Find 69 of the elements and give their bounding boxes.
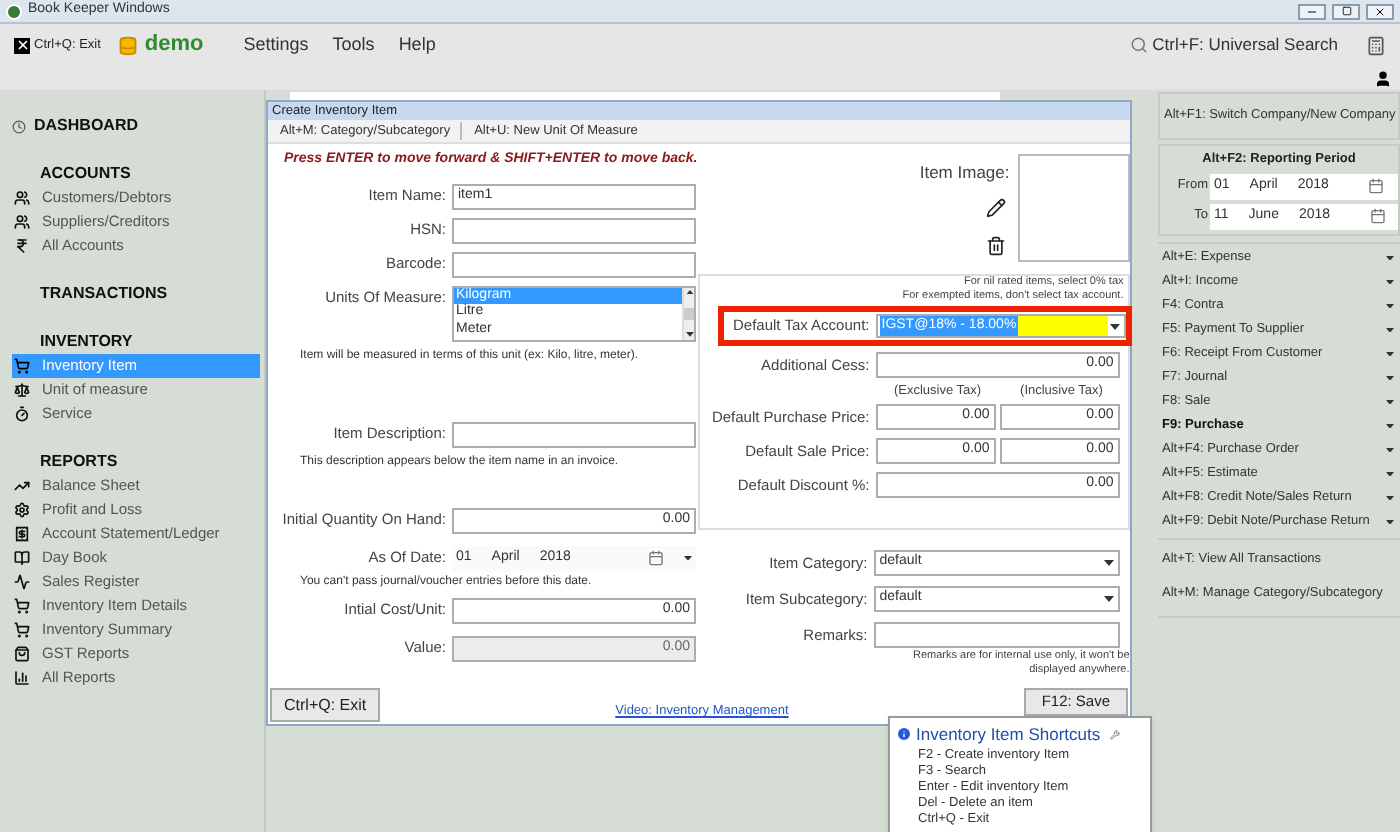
maximize-icon: [1341, 6, 1351, 16]
caret-icon: [1386, 495, 1394, 500]
cart-icon: [14, 622, 30, 638]
cart-icon: [14, 358, 30, 374]
caret-icon: [1386, 447, 1394, 452]
minimize-button[interactable]: [1298, 3, 1326, 19]
remarks-field[interactable]: [873, 622, 1120, 648]
caret-icon: [1386, 519, 1394, 524]
field-label: Item Image:: [919, 160, 1010, 186]
caret-icon: [1103, 596, 1114, 602]
menu-item[interactable]: Tools: [332, 31, 375, 59]
scroll-up-icon: [685, 289, 693, 294]
scrollbar[interactable]: [682, 287, 694, 339]
search-icon: [1130, 36, 1149, 54]
input-field[interactable]: [452, 217, 696, 243]
app-logo-icon: [6, 3, 22, 19]
caret-icon: [1386, 279, 1394, 284]
chart-icon: [14, 478, 30, 494]
section-heading: TRANSACTIONS: [38, 282, 170, 306]
caret-icon: [1386, 375, 1394, 380]
universal-search[interactable]: Ctrl+F: Universal Search: [1130, 32, 1338, 58]
zigzag-icon: [14, 574, 30, 590]
caret-icon: [1109, 323, 1120, 329]
scroll-down-icon: [685, 332, 693, 337]
exit-button[interactable]: Ctrl+Q: Exit: [270, 688, 381, 722]
section-heading: INVENTORY: [38, 330, 135, 354]
rupee-icon: [14, 238, 30, 254]
bar-chart-icon: [14, 670, 30, 686]
dashboard-link[interactable]: DASHBOARD: [34, 114, 138, 138]
caret-icon: [1386, 471, 1394, 476]
caret-icon: [1386, 303, 1394, 308]
caret-icon: [1386, 423, 1394, 428]
clock-icon: [12, 119, 26, 133]
calculator-icon[interactable]: [1366, 35, 1386, 55]
calendar-icon: [1370, 208, 1387, 225]
trash-icon[interactable]: [985, 235, 1006, 256]
cart-icon: [14, 598, 30, 614]
close-button[interactable]: [1366, 3, 1394, 19]
book-icon: [14, 550, 30, 566]
caret-icon: [1386, 351, 1394, 356]
users-icon: [14, 190, 30, 206]
section-heading: ACCOUNTS: [38, 162, 133, 186]
pencil-icon[interactable]: [985, 197, 1006, 218]
menu-item[interactable]: Settings: [243, 31, 309, 59]
calendar-icon: [1368, 178, 1385, 195]
caret-icon: [684, 555, 692, 561]
database-icon: [118, 35, 139, 55]
gear-icon: [14, 502, 30, 518]
caret-icon: [1386, 399, 1394, 404]
bag-icon: [14, 646, 30, 662]
section-heading: REPORTS: [38, 450, 120, 474]
popup-title: Inventory Item Shortcuts: [916, 722, 1101, 748]
user-icon[interactable]: [1374, 69, 1392, 87]
stopwatch-icon: [14, 406, 30, 422]
menu-item[interactable]: Help: [398, 31, 436, 59]
users-icon: [14, 214, 30, 230]
minimize-icon: [1306, 5, 1318, 17]
caret-icon: [1386, 327, 1394, 332]
close-icon: [14, 37, 30, 53]
maximize-button[interactable]: [1332, 3, 1360, 19]
input-field[interactable]: [452, 421, 696, 447]
info-icon: [896, 726, 912, 743]
caret-icon: [1386, 255, 1394, 260]
document-icon: [14, 526, 30, 542]
calendar-icon: [648, 550, 664, 566]
scale-icon: [14, 382, 30, 398]
input-field[interactable]: [452, 251, 696, 277]
caret-icon: [1103, 560, 1114, 566]
close-icon: [1374, 5, 1386, 17]
